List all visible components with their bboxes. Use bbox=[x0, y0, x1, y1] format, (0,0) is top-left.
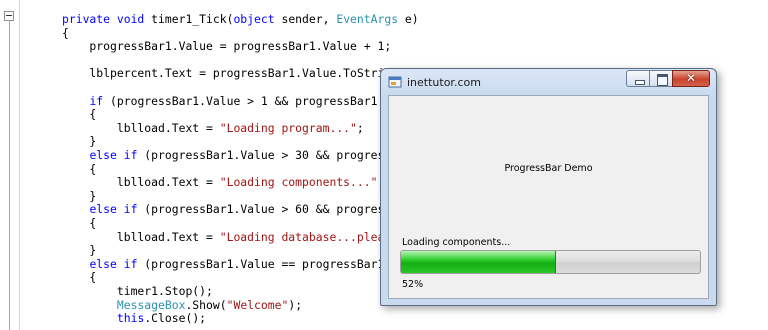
close-button[interactable]: ✕ bbox=[672, 70, 710, 87]
maximize-button[interactable] bbox=[649, 70, 673, 87]
code-token: this bbox=[116, 311, 145, 326]
code-token: ; bbox=[356, 120, 364, 135]
loading-status-label: Loading components... bbox=[402, 237, 511, 248]
code-token: else if bbox=[89, 148, 138, 162]
code-line: { bbox=[62, 107, 96, 121]
code-token: "Welcome" bbox=[226, 297, 289, 312]
code-token: MessageBox bbox=[116, 297, 186, 312]
code-token: lblload.Text = bbox=[62, 120, 220, 135]
progress-bar-fill bbox=[401, 251, 557, 273]
app-icon bbox=[388, 76, 402, 88]
window-client-area: ProgressBar Demo Loading components... 5… bbox=[388, 95, 709, 299]
percent-label: 52% bbox=[402, 279, 424, 290]
code-line: MessageBox.Show("Welcome"); bbox=[62, 298, 302, 312]
code-token: if bbox=[89, 93, 104, 108]
code-line: } bbox=[62, 189, 96, 203]
code-line: lblload.Text = "Loading program..."; bbox=[62, 121, 364, 135]
code-token: "Loading components..." bbox=[219, 175, 378, 190]
code-line: { bbox=[62, 270, 96, 284]
code-token: lblload.Text = bbox=[62, 229, 220, 244]
code-line: progressBar1.Value = progressBar1.Value … bbox=[62, 39, 391, 53]
window-titlebar[interactable]: inettutor.com ✕ bbox=[381, 69, 716, 95]
editor-gutter bbox=[0, 0, 20, 330]
progress-bar bbox=[400, 250, 701, 274]
code-token: lblload.Text = bbox=[62, 175, 220, 190]
demo-heading-label: ProgressBar Demo bbox=[504, 163, 593, 174]
code-token: { bbox=[62, 25, 69, 40]
code-token: { bbox=[62, 161, 97, 176]
code-line: else if (progressBar1.Value > 60 && prog… bbox=[62, 202, 425, 216]
code-token: timer1_Tick( bbox=[151, 12, 234, 26]
code-line: private void timer1_Tick(object sender, … bbox=[62, 12, 419, 26]
code-token: e) bbox=[398, 12, 419, 26]
code-line: } bbox=[62, 243, 96, 257]
code-token: lblpercent.Text = progressBar1.Value.ToS… bbox=[62, 66, 433, 81]
code-token: EventArgs bbox=[336, 12, 399, 26]
code-token: object bbox=[233, 12, 275, 26]
outline-guide-line bbox=[9, 20, 10, 330]
code-token: private void bbox=[62, 12, 152, 26]
code-line: lblpercent.Text = progressBar1.Value.ToS… bbox=[62, 66, 432, 80]
code-line: else if (progressBar1.Value > 30 && prog… bbox=[62, 148, 425, 162]
code-line: { bbox=[62, 26, 69, 40]
code-line: this.Close(); bbox=[62, 311, 206, 325]
window-title: inettutor.com bbox=[407, 76, 481, 89]
code-line: lblload.Text = "Loading database...pleas… bbox=[62, 229, 426, 244]
progress-demo-window[interactable]: inettutor.com ✕ ProgressBar Demo Loading… bbox=[380, 68, 717, 306]
code-token: } bbox=[62, 134, 97, 149]
code-token: progressBar1.Value = progressBar1.Value … bbox=[62, 39, 392, 54]
code-token: } bbox=[62, 243, 97, 258]
code-token: else if bbox=[89, 202, 138, 217]
code-line: else if (progressBar1.Value == progressB… bbox=[62, 257, 425, 271]
code-token: .Close(); bbox=[144, 311, 207, 326]
code-token: { bbox=[62, 270, 97, 285]
code-line: { bbox=[62, 216, 96, 230]
code-line: timer1.Stop(); bbox=[62, 284, 213, 298]
code-token: "Loading program..." bbox=[219, 120, 357, 135]
code-line: } bbox=[62, 134, 96, 148]
code-token: .Show( bbox=[185, 297, 227, 312]
code-token: ); bbox=[288, 297, 303, 312]
code-token: } bbox=[62, 188, 97, 203]
code-token: { bbox=[62, 107, 97, 122]
minimize-button[interactable] bbox=[626, 70, 650, 87]
code-line: if (progressBar1.Value > 1 && progressBa… bbox=[62, 93, 419, 108]
code-token: sender, bbox=[274, 12, 337, 26]
close-icon: ✕ bbox=[685, 71, 697, 85]
code-token: timer1.Stop(); bbox=[62, 284, 213, 298]
code-token: { bbox=[62, 216, 97, 230]
code-line: lblload.Text = "Loading components..."; bbox=[62, 175, 384, 189]
code-line: { bbox=[62, 162, 96, 176]
code-token: (progressBar1.Value > 1 && progressBar1.… bbox=[103, 93, 419, 108]
code-token: else if bbox=[89, 256, 138, 271]
